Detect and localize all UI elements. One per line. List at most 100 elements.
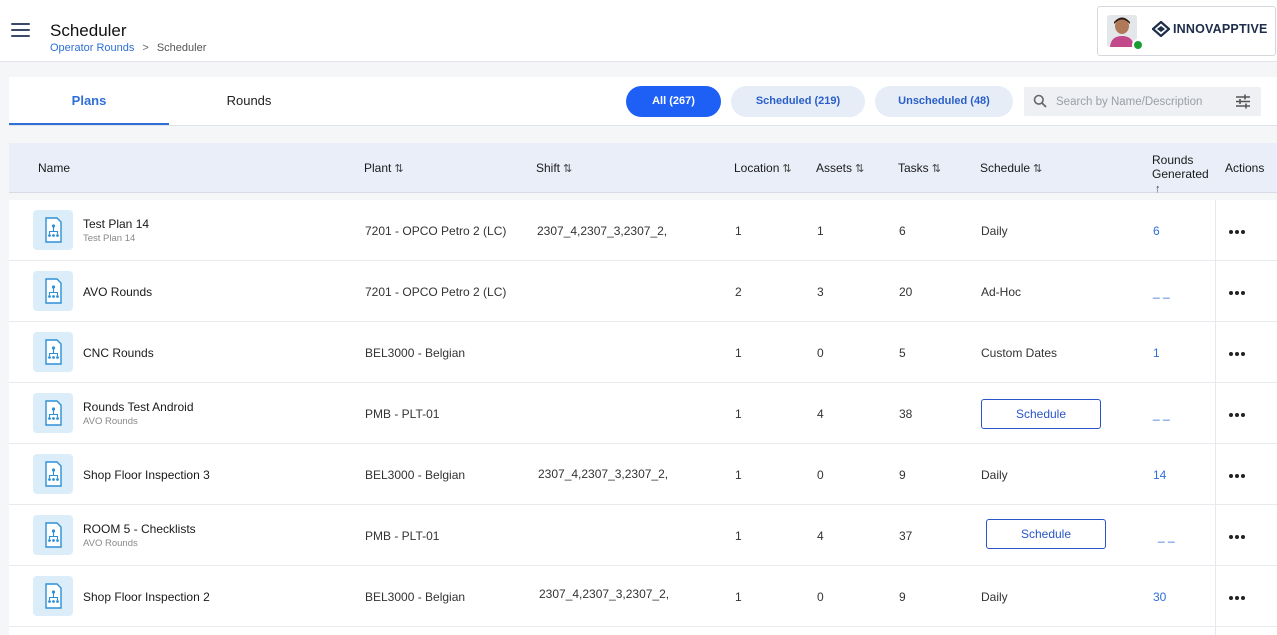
user-brand-box[interactable]: INNOVAPPTIVE (1097, 6, 1276, 56)
sort-icon[interactable]: ↑ (1155, 182, 1161, 196)
plan-name: Shop Floor Inspection 3 (83, 468, 210, 482)
tasks-cell: 5 (899, 346, 906, 360)
table-row[interactable]: Shop Floor Inspection 3 BEL3000 - Belgia… (9, 444, 1277, 505)
more-actions-icon[interactable] (1227, 288, 1247, 298)
plant-cell: PMB - PLT-01 (365, 529, 440, 543)
filter-all-button[interactable]: All (267) (626, 86, 721, 117)
tab-plans[interactable]: Plans (9, 77, 169, 125)
plant-cell: BEL3000 - Belgian (365, 590, 466, 604)
plan-description: AVO Rounds (83, 416, 138, 427)
tasks-cell: 20 (899, 285, 913, 299)
location-cell: 2 (735, 285, 742, 299)
column-header-location[interactable]: Location ⇅ (734, 143, 792, 193)
search-box (1024, 87, 1261, 116)
schedule-cell: Daily (981, 468, 1008, 482)
tasks-cell: 37 (899, 529, 913, 543)
table-row[interactable]: CNC Rounds BEL3000 - Belgian 1 0 5 Custo… (9, 322, 1277, 383)
shift-cell: 2307_4,2307_3,2307_2, (538, 467, 669, 481)
app-header: Scheduler Operator Rounds > Scheduler INNO… (0, 0, 1277, 62)
sort-icon[interactable]: ⇅ (1033, 144, 1042, 194)
innovapptive-logo-icon (1152, 21, 1170, 37)
sort-icon[interactable]: ⇅ (782, 144, 791, 194)
hamburger-menu-icon[interactable] (11, 23, 30, 37)
assets-cell: 0 (817, 468, 824, 482)
location-cell: 1 (735, 224, 742, 238)
plant-cell: BEL3000 - Belgian (365, 468, 466, 482)
tab-rounds[interactable]: Rounds (169, 77, 329, 125)
rounds-generated-link[interactable]: 30 (1153, 590, 1166, 604)
assets-cell: 4 (817, 407, 824, 421)
rounds-generated-link[interactable]: 6 (1153, 224, 1160, 238)
plan-document-icon (33, 271, 73, 311)
table-row[interactable]: Rounds Test Android AVO Rounds PMB - PLT… (9, 383, 1277, 444)
column-header-actions: Actions (1225, 161, 1265, 175)
rounds-generated-empty: _ _ (1158, 529, 1175, 543)
table-row[interactable]: AVO Rounds 7201 - OPCO Petro 2 (LC) 2 3 … (9, 261, 1277, 322)
sort-icon[interactable]: ⇅ (932, 144, 941, 194)
plan-name: Rounds Test Android (83, 400, 194, 414)
plan-description: Test Plan 14 (83, 233, 136, 244)
sort-icon[interactable]: ⇅ (855, 144, 864, 194)
assets-cell: 4 (817, 529, 824, 543)
shift-cell: 2307_4,2307_3,2307_2, (539, 587, 670, 601)
page-title: Scheduler (50, 21, 127, 40)
tasks-cell: 9 (899, 468, 906, 482)
more-actions-icon[interactable] (1227, 532, 1247, 542)
plan-document-icon (33, 515, 73, 555)
column-header-tasks[interactable]: Tasks ⇅ (898, 143, 941, 193)
location-cell: 1 (735, 529, 742, 543)
schedule-cell: Daily (981, 590, 1008, 604)
plant-cell: BEL3000 - Belgian (365, 346, 466, 360)
column-header-schedule[interactable]: Schedule ⇅ (980, 143, 1042, 193)
assets-cell: 3 (817, 285, 824, 299)
breadcrumb-operator-rounds[interactable]: Operator Rounds (50, 42, 134, 54)
rounds-generated-link[interactable]: 1 (1153, 346, 1160, 360)
column-header-shift[interactable]: Shift ⇅ (536, 143, 572, 193)
plan-document-icon (33, 332, 73, 372)
location-cell: 1 (735, 346, 742, 360)
table-header: Name Plant ⇅ Shift ⇅ Location ⇅ Assets ⇅ Tas… (9, 143, 1277, 195)
column-header-plant[interactable]: Plant ⇅ (364, 143, 404, 193)
schedule-cell: Ad-Hoc (981, 285, 1022, 299)
plan-name: AVO Rounds (83, 285, 153, 299)
tasks-cell: 9 (899, 590, 906, 604)
more-actions-icon[interactable] (1227, 593, 1247, 603)
rounds-generated-empty: _ _ (1153, 285, 1170, 299)
column-header-rounds-generated[interactable]: Rounds Generated↑ (1152, 153, 1216, 203)
plant-cell: PMB - PLT-01 (365, 407, 440, 421)
location-cell: 1 (735, 590, 742, 604)
column-header-assets[interactable]: Assets ⇅ (816, 143, 864, 193)
location-cell: 1 (735, 407, 742, 421)
tasks-cell: 6 (899, 224, 906, 238)
table-row[interactable]: ROOM 5 - Checklists AVO Rounds PMB - PLT… (9, 505, 1277, 566)
plan-name: Shop Floor Inspection 2 (83, 590, 210, 604)
breadcrumb-separator: > (142, 42, 149, 54)
plan-document-icon (33, 576, 73, 616)
schedule-button[interactable]: Schedule (986, 519, 1106, 549)
table-row[interactable]: Test Plan 14 Test Plan 14 7201 - OPCO Pe… (9, 200, 1277, 261)
more-actions-icon[interactable] (1227, 471, 1247, 481)
filter-sliders-icon[interactable] (1235, 94, 1251, 109)
assets-cell: 1 (817, 224, 824, 238)
column-header-name[interactable]: Name (38, 143, 70, 193)
breadcrumb: Operator Rounds > Scheduler (50, 42, 206, 54)
rounds-generated-link[interactable]: 14 (1153, 468, 1166, 482)
more-actions-icon[interactable] (1227, 410, 1247, 420)
plan-document-icon (33, 210, 73, 250)
more-actions-icon[interactable] (1227, 349, 1247, 359)
schedule-button[interactable]: Schedule (981, 399, 1101, 429)
breadcrumb-current: Scheduler (156, 42, 207, 54)
sort-icon[interactable]: ⇅ (394, 144, 403, 194)
search-input[interactable] (1056, 87, 1226, 116)
sort-icon[interactable]: ⇅ (563, 144, 572, 194)
filter-scheduled-button[interactable]: Scheduled (219) (731, 86, 865, 117)
more-actions-icon[interactable] (1227, 227, 1247, 237)
plan-description: AVO Rounds (83, 538, 138, 549)
innovapptive-logo: INNOVAPPTIVE (1152, 21, 1268, 37)
table-row[interactable]: Shop Floor Inspection 2 BEL3000 - Belgia… (9, 566, 1277, 627)
plant-cell: 7201 - OPCO Petro 2 (LC) (365, 285, 507, 299)
assets-cell: 0 (817, 346, 824, 360)
shift-cell: 2307_4,2307_3,2307_2, (537, 224, 668, 238)
online-status-icon (1132, 39, 1144, 51)
filter-unscheduled-button[interactable]: Unscheduled (48) (875, 86, 1013, 117)
